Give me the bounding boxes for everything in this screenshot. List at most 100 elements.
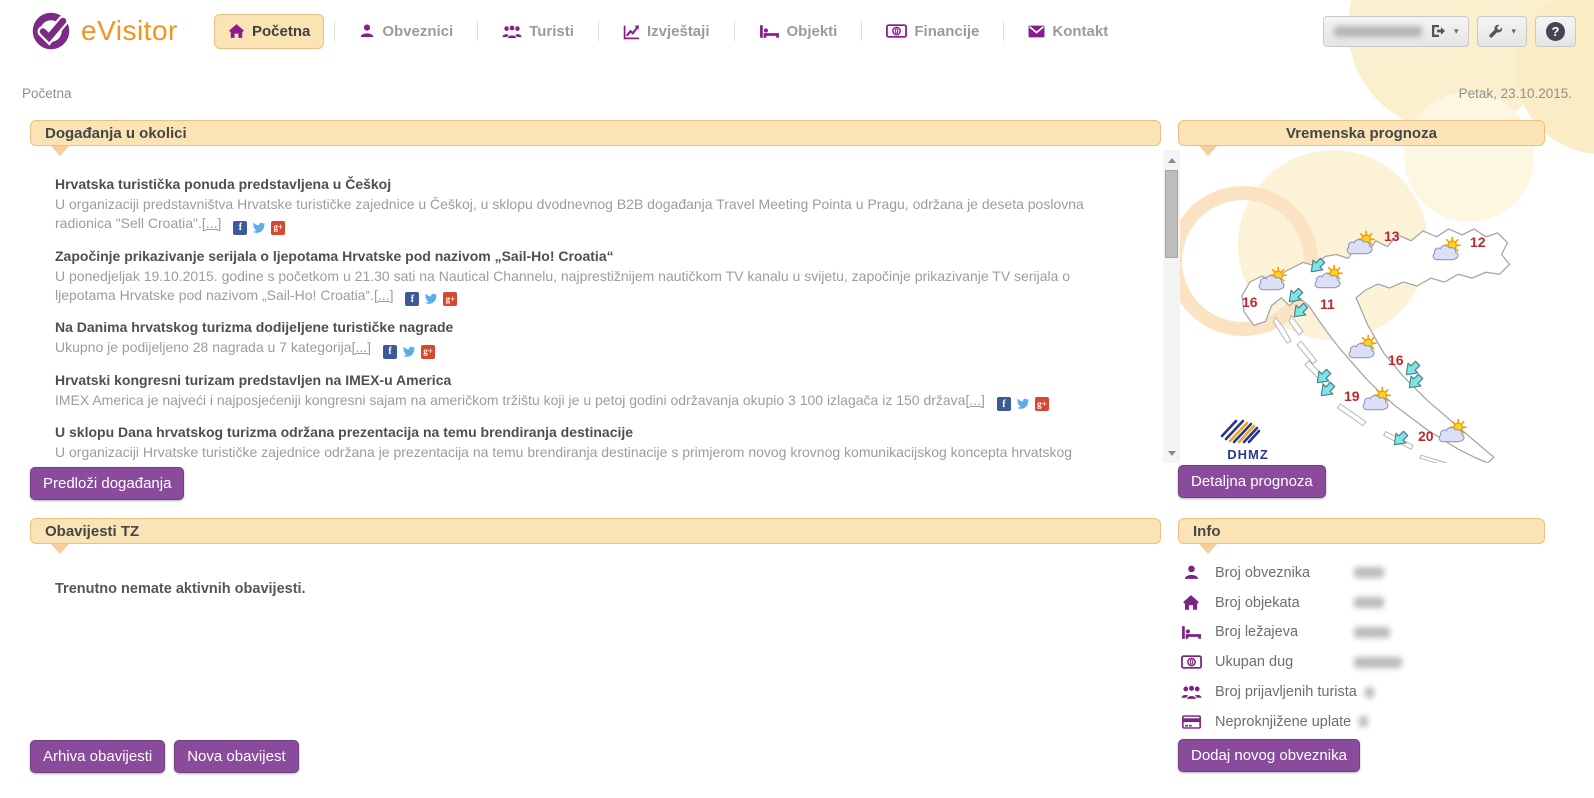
app-logo[interactable]: eVisitor bbox=[30, 10, 208, 52]
header-controls: ▾ ▾ ? bbox=[1323, 16, 1576, 47]
temperature-label: 12 bbox=[1470, 234, 1486, 250]
bed-icon bbox=[1178, 625, 1204, 640]
info-row: Broj prijavljenih turista bbox=[1178, 677, 1545, 707]
news-more-link[interactable]: [...] bbox=[352, 339, 371, 355]
google-plus-icon[interactable]: g+ bbox=[421, 345, 435, 359]
nav-separator bbox=[734, 21, 735, 41]
bed-icon bbox=[759, 24, 780, 39]
panel-title: Obavijesti TZ bbox=[45, 523, 139, 540]
news-item: Hrvatska turistička ponuda predstavljena… bbox=[55, 176, 1120, 235]
nav-objekti[interactable]: Objekti bbox=[745, 14, 852, 49]
panel-title: Događanja u okolici bbox=[45, 125, 187, 142]
temperature-label: 16 bbox=[1388, 352, 1404, 368]
facebook-icon[interactable]: f bbox=[383, 345, 397, 359]
banknote-icon bbox=[1178, 655, 1204, 669]
nav-turisti[interactable]: Turisti bbox=[488, 14, 588, 49]
notices-archive-button[interactable]: Arhiva obavijesti bbox=[30, 740, 165, 773]
temperature-label: 11 bbox=[1320, 296, 1335, 312]
home-icon bbox=[1178, 594, 1204, 612]
suggest-events-button[interactable]: Predloži događanja bbox=[30, 467, 184, 500]
current-date: Petak, 23.10.2015. bbox=[1459, 86, 1572, 101]
google-plus-icon[interactable]: g+ bbox=[1035, 397, 1049, 411]
temperature-label: 13 bbox=[1384, 228, 1400, 244]
news-item-title: Započinje prikazivanje serijala o ljepot… bbox=[55, 248, 1120, 264]
news-more-link[interactable]: [...] bbox=[202, 215, 221, 231]
dhmz-stripes-icon bbox=[1216, 414, 1264, 446]
sun-cloud-icon bbox=[1360, 386, 1397, 412]
twitter-icon[interactable] bbox=[424, 292, 438, 306]
info-rows: Broj obveznika Broj objekata Broj ležaje… bbox=[1178, 558, 1545, 737]
info-value-redacted bbox=[1354, 567, 1384, 578]
nav-financije[interactable]: Financije bbox=[872, 14, 993, 49]
banknote-icon bbox=[886, 24, 907, 38]
help-icon: ? bbox=[1546, 22, 1565, 41]
news-item-title: U sklopu Dana hrvatskog turizma održana … bbox=[55, 424, 1120, 440]
nav-separator bbox=[1003, 21, 1004, 41]
logout-icon bbox=[1430, 23, 1446, 39]
news-item: U sklopu Dana hrvatskog turizma održana … bbox=[55, 424, 1120, 463]
nav-obveznici[interactable]: Obveznici bbox=[345, 14, 467, 49]
detailed-forecast-button[interactable]: Detaljna prognoza bbox=[1178, 465, 1326, 498]
news-item-title: Hrvatska turistička ponuda predstavljena… bbox=[55, 176, 1120, 192]
nav-kontakt[interactable]: Kontakt bbox=[1014, 14, 1122, 49]
weather-panel-header: Vremenska prognoza bbox=[1178, 120, 1545, 146]
facebook-icon[interactable]: f bbox=[405, 292, 419, 306]
nav-izvjestaji[interactable]: Izvještaji bbox=[609, 14, 724, 49]
events-panel-header: Događanja u okolici bbox=[30, 120, 1161, 146]
news-more-link[interactable]: [...] bbox=[374, 287, 393, 303]
chevron-down-icon: ▾ bbox=[1454, 26, 1459, 37]
news-item-title: Na Danima hrvatskog turizma dodijeljene … bbox=[55, 319, 1120, 335]
nav-label: Obveznici bbox=[382, 23, 453, 40]
info-value-redacted bbox=[1354, 627, 1390, 638]
breadcrumb[interactable]: Početna bbox=[22, 86, 72, 101]
settings-menu-button[interactable]: ▾ bbox=[1477, 16, 1527, 47]
wind-arrow-icon bbox=[1392, 430, 1409, 447]
notices-panel-header: Obavijesti TZ bbox=[30, 518, 1161, 544]
temperature-label: 20 bbox=[1418, 428, 1434, 444]
info-label: Broj obveznika bbox=[1215, 565, 1346, 581]
twitter-icon[interactable] bbox=[1016, 397, 1030, 411]
scrollbar-thumb[interactable] bbox=[1165, 170, 1178, 258]
facebook-icon[interactable]: f bbox=[997, 397, 1011, 411]
breadcrumb-row: Početna Petak, 23.10.2015. bbox=[22, 86, 1572, 101]
news-more-link[interactable]: [...] bbox=[965, 392, 984, 408]
google-plus-icon[interactable]: g+ bbox=[443, 292, 457, 306]
news-item-body: U ponedjeljak 19.10.2015. godine s počet… bbox=[55, 267, 1120, 307]
nav-separator bbox=[861, 21, 862, 41]
twitter-icon[interactable] bbox=[402, 345, 416, 359]
wind-arrow-icon bbox=[1407, 373, 1424, 390]
nav-label: Kontakt bbox=[1052, 23, 1108, 40]
news-item-body: Ukupno je podijeljeno 28 nagrada u 7 kat… bbox=[55, 338, 1120, 359]
news-item-body: U organizaciji predstavništva Hrvatske t… bbox=[55, 195, 1120, 235]
weather-map: 13 12 16 11 16 19 20 DHMZ bbox=[1178, 148, 1545, 466]
info-row: Neproknjižene uplate bbox=[1178, 707, 1545, 737]
add-obligor-button[interactable]: Dodaj novog obveznika bbox=[1178, 739, 1360, 772]
info-label: Neproknjižene uplate bbox=[1215, 714, 1351, 730]
main-nav: Početna Obveznici Turisti Izvještaji Obj… bbox=[214, 14, 1122, 49]
news-item-body: IMEX America je najveći i najposjećeniji… bbox=[55, 391, 1120, 412]
account-menu-button[interactable]: ▾ bbox=[1323, 16, 1470, 47]
google-plus-icon[interactable]: g+ bbox=[271, 221, 285, 235]
nav-separator bbox=[598, 21, 599, 41]
notices-empty-message: Trenutno nemate aktivnih obavijesti. bbox=[55, 581, 306, 597]
info-value-redacted bbox=[1354, 657, 1402, 668]
card-icon bbox=[1178, 715, 1204, 729]
mail-icon bbox=[1028, 25, 1045, 38]
top-navbar: eVisitor Početna Obveznici Turisti Izvje… bbox=[0, 0, 1594, 62]
help-button[interactable]: ? bbox=[1535, 16, 1576, 47]
notices-actions: Arhiva obavijesti Nova obavijest bbox=[30, 740, 299, 773]
new-notice-button[interactable]: Nova obavijest bbox=[174, 740, 298, 773]
nav-separator bbox=[334, 21, 335, 41]
sun-cloud-icon bbox=[1430, 236, 1467, 262]
info-row: Ukupan dug bbox=[1178, 647, 1545, 677]
info-row: Broj obveznika bbox=[1178, 558, 1545, 588]
news-item-body: U organizaciji Hrvatske turističke zajed… bbox=[55, 443, 1120, 463]
nav-pocetna[interactable]: Početna bbox=[214, 14, 324, 49]
info-label: Broj objekata bbox=[1215, 595, 1346, 611]
info-label: Broj prijavljenih turista bbox=[1215, 684, 1357, 700]
twitter-icon[interactable] bbox=[252, 221, 266, 235]
facebook-icon[interactable]: f bbox=[233, 221, 247, 235]
info-label: Ukupan dug bbox=[1215, 654, 1346, 670]
wind-arrow-icon bbox=[1292, 302, 1309, 319]
info-row: Broj objekata bbox=[1178, 588, 1545, 618]
